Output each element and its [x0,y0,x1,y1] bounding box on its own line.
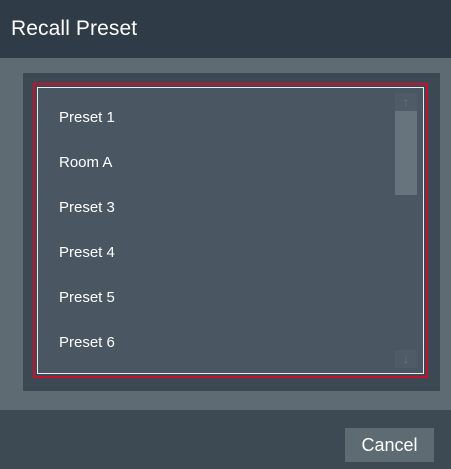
list-item-label: Preset 3 [59,198,115,216]
preset-list[interactable]: Preset 1 Room A Preset 3 Preset 4 Preset… [37,87,424,374]
preset-item-5[interactable]: Preset 5 [38,274,393,320]
preset-item-1[interactable]: Preset 1 [38,94,393,140]
dialog-footer: Cancel [0,410,451,469]
cancel-button[interactable]: Cancel [345,428,434,462]
dialog-title: Recall Preset [11,17,138,40]
list-item-label: Room A [59,153,113,171]
recall-preset-dialog: Recall Preset Preset 1 Room A Preset 3 P… [0,0,451,469]
preset-list-focus-border: Preset 1 Room A Preset 3 Preset 4 Preset… [33,83,428,378]
dialog-titlebar: Recall Preset [0,0,451,58]
list-item-label: Preset 1 [59,108,115,126]
preset-list-scrollbar[interactable]: ↑ ↓ [395,93,417,368]
list-item-label: Preset 5 [59,288,115,306]
preset-item-4[interactable]: Preset 4 [38,229,393,275]
preset-item-6[interactable]: Preset 6 [38,319,393,365]
scrollbar-thumb[interactable] [395,111,417,195]
dialog-body: Preset 1 Room A Preset 3 Preset 4 Preset… [0,58,451,410]
list-item-label: Preset 4 [59,243,115,261]
scrollbar-track[interactable] [395,111,417,350]
preset-item-2[interactable]: Room A [38,139,393,185]
preset-item-3[interactable]: Preset 3 [38,184,393,230]
arrow-up-icon[interactable]: ↑ [395,93,417,111]
arrow-down-icon[interactable]: ↓ [395,350,417,368]
preset-list-items: Preset 1 Room A Preset 3 Preset 4 Preset… [38,88,393,373]
list-item-label: Preset 6 [59,333,115,351]
preset-list-frame: Preset 1 Room A Preset 3 Preset 4 Preset… [23,73,440,391]
